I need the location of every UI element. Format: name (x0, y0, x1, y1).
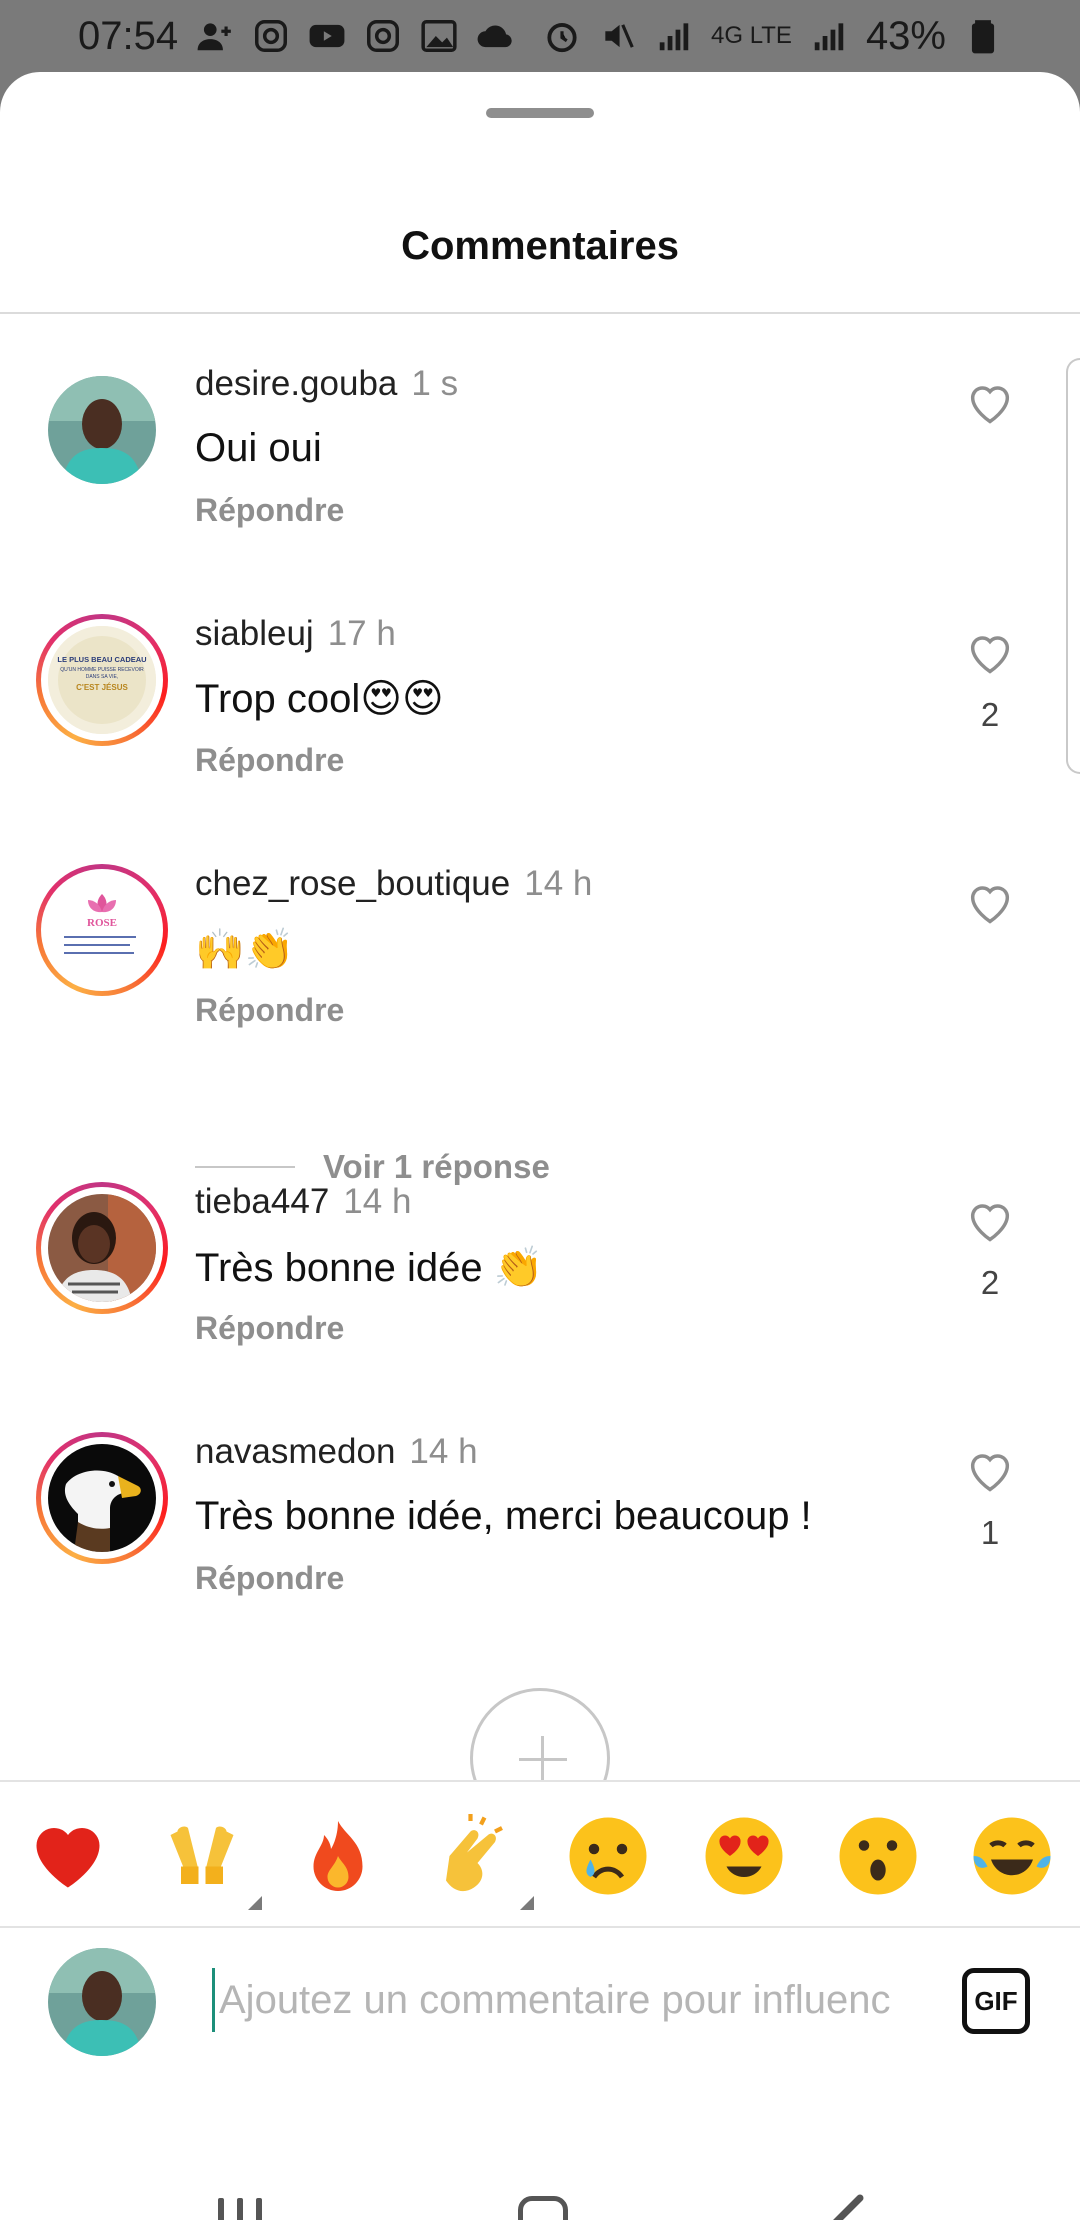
username[interactable]: siableuj (195, 614, 314, 653)
comment-time: 17 h (327, 614, 396, 653)
comment-author[interactable]: desire.gouba 1 s (195, 364, 458, 404)
reply-button[interactable]: Répondre (195, 742, 344, 779)
emoji-heart-eyes-button[interactable] (702, 1814, 786, 1898)
comment-input[interactable] (212, 1968, 912, 2032)
like-count: 1 (980, 1514, 1000, 1551)
avatar[interactable] (36, 1432, 168, 1564)
youtube-icon (309, 24, 345, 48)
network-type: 4G LTE (711, 22, 792, 49)
avatar-text: ROSE (87, 917, 117, 929)
comment-author[interactable]: tieba447 14 h (195, 1182, 411, 1222)
avatar-text: DANS SA VIE, (86, 674, 119, 680)
comment-time: 14 h (409, 1432, 478, 1471)
comment-time: 14 h (343, 1182, 412, 1221)
avatar[interactable] (48, 376, 156, 484)
comment-item: ROSE chez_rose_boutique 14 h 🙌👏 Répondre (0, 864, 1080, 1094)
username[interactable]: tieba447 (195, 1182, 329, 1221)
comment-item: tieba447 14 h Très bonne idée 👏 Répondre … (0, 1182, 1080, 1412)
recents-button[interactable] (218, 2198, 266, 2220)
username[interactable]: navasmedon (195, 1432, 395, 1471)
add-contact-icon (197, 23, 231, 51)
crying-face-emoji-icon (569, 1817, 647, 1895)
comment-author[interactable]: navasmedon 14 h (195, 1432, 478, 1472)
heart-eyes-emoji-icon (705, 1817, 783, 1895)
comment-text: 🙌👏 (195, 928, 295, 972)
comment-time: 1 s (411, 364, 459, 403)
avatar (48, 1948, 156, 2056)
comment-composer: GIF (0, 1928, 1080, 2078)
cloud-icon (477, 25, 512, 48)
comments-sheet: Commentaires desire.gouba 1 s Oui oui Rép… (0, 72, 1080, 2220)
comment-time: 14 h (524, 864, 593, 903)
emoji-crying-face-button[interactable] (566, 1814, 650, 1898)
heart-icon[interactable] (964, 1194, 1016, 1246)
emoji-heart-button[interactable] (26, 1814, 110, 1898)
view-replies-button[interactable]: Voir 1 réponse (195, 1148, 550, 1186)
instagram-icon (255, 20, 288, 52)
heart-icon[interactable] (964, 626, 1016, 678)
heart-icon[interactable] (964, 876, 1016, 928)
clapping-hands-emoji-icon (446, 1814, 503, 1892)
comment-author[interactable]: chez_rose_boutique 14 h (195, 864, 592, 904)
raising-hands-emoji-icon (170, 1826, 234, 1884)
battery-icon (971, 20, 995, 54)
sheet-title: Commentaires (401, 224, 679, 268)
navigation-bar (0, 2148, 1080, 2220)
reply-button[interactable]: Répondre (195, 992, 344, 1029)
emoji-clapping-hands-button[interactable] (432, 1814, 534, 1910)
avatar-text: QU'UN HOMME PUISSE RECEVOIR (60, 667, 144, 673)
comment-text: Trop cool😍😍 (195, 677, 444, 721)
gallery-icon (421, 20, 457, 52)
more-variants-indicator (520, 1896, 534, 1910)
username[interactable]: desire.gouba (195, 364, 397, 403)
avatar[interactable]: LE PLUS BEAU CADEAU QU'UN HOMME PUISSE R… (36, 614, 168, 746)
emoji-surprised-face-button[interactable] (836, 1814, 920, 1898)
tears-of-joy-emoji-icon (973, 1817, 1051, 1895)
emoji-fire-button[interactable] (296, 1814, 380, 1898)
comment-text: Très bonne idée 👏 (195, 1246, 544, 1290)
fire-emoji-icon (313, 1821, 363, 1891)
drag-handle[interactable] (486, 108, 594, 118)
like-count: 2 (980, 1264, 1000, 1301)
back-icon[interactable] (828, 2194, 868, 2220)
heart-icon[interactable] (964, 1444, 1016, 1496)
emoji-tears-of-joy-button[interactable] (970, 1814, 1054, 1898)
reply-button[interactable]: Répondre (195, 1310, 344, 1347)
comment-item: navasmedon 14 h Très bonne idée, merci be… (0, 1432, 1080, 1662)
comment-text: Oui oui (195, 426, 322, 470)
divider (0, 312, 1080, 314)
more-variants-indicator (248, 1896, 262, 1910)
heart-icon[interactable] (964, 376, 1016, 428)
heart-emoji-icon (36, 1828, 100, 1888)
reply-button[interactable]: Répondre (195, 492, 344, 529)
comment-text: Très bonne idée, merci beaucoup ! (195, 1494, 812, 1538)
alarm-icon (547, 23, 577, 53)
comment-item: LE PLUS BEAU CADEAU QU'UN HOMME PUISSE R… (0, 614, 1080, 844)
comment-author[interactable]: siableuj 17 h (195, 614, 396, 654)
like-count: 2 (980, 696, 1000, 733)
battery-percent: 43% (865, 13, 946, 58)
gif-button[interactable]: GIF (962, 1968, 1030, 2034)
instagram-icon (367, 20, 400, 52)
avatar-text: C'EST JÉSUS (76, 683, 128, 692)
signal-icon (814, 23, 844, 51)
avatar[interactable] (36, 1182, 168, 1314)
signal-icon (659, 23, 689, 51)
mute-icon (605, 24, 634, 48)
reply-button[interactable]: Répondre (195, 1560, 344, 1597)
divider (195, 1166, 295, 1168)
avatar[interactable]: ROSE (36, 864, 168, 996)
status-bar: 07:54 4G LTE 43% (0, 0, 1080, 72)
home-button[interactable] (518, 2196, 568, 2220)
username[interactable]: chez_rose_boutique (195, 864, 510, 903)
view-replies-label[interactable]: Voir 1 réponse (323, 1148, 550, 1186)
surprised-face-emoji-icon (839, 1817, 917, 1895)
status-time: 07:54 (78, 13, 179, 58)
comment-item: desire.gouba 1 s Oui oui Répondre (0, 364, 1080, 594)
avatar-text: LE PLUS BEAU CADEAU (57, 655, 146, 664)
emoji-raising-hands-button[interactable] (160, 1814, 262, 1910)
emoji-quick-bar (0, 1780, 1080, 1928)
